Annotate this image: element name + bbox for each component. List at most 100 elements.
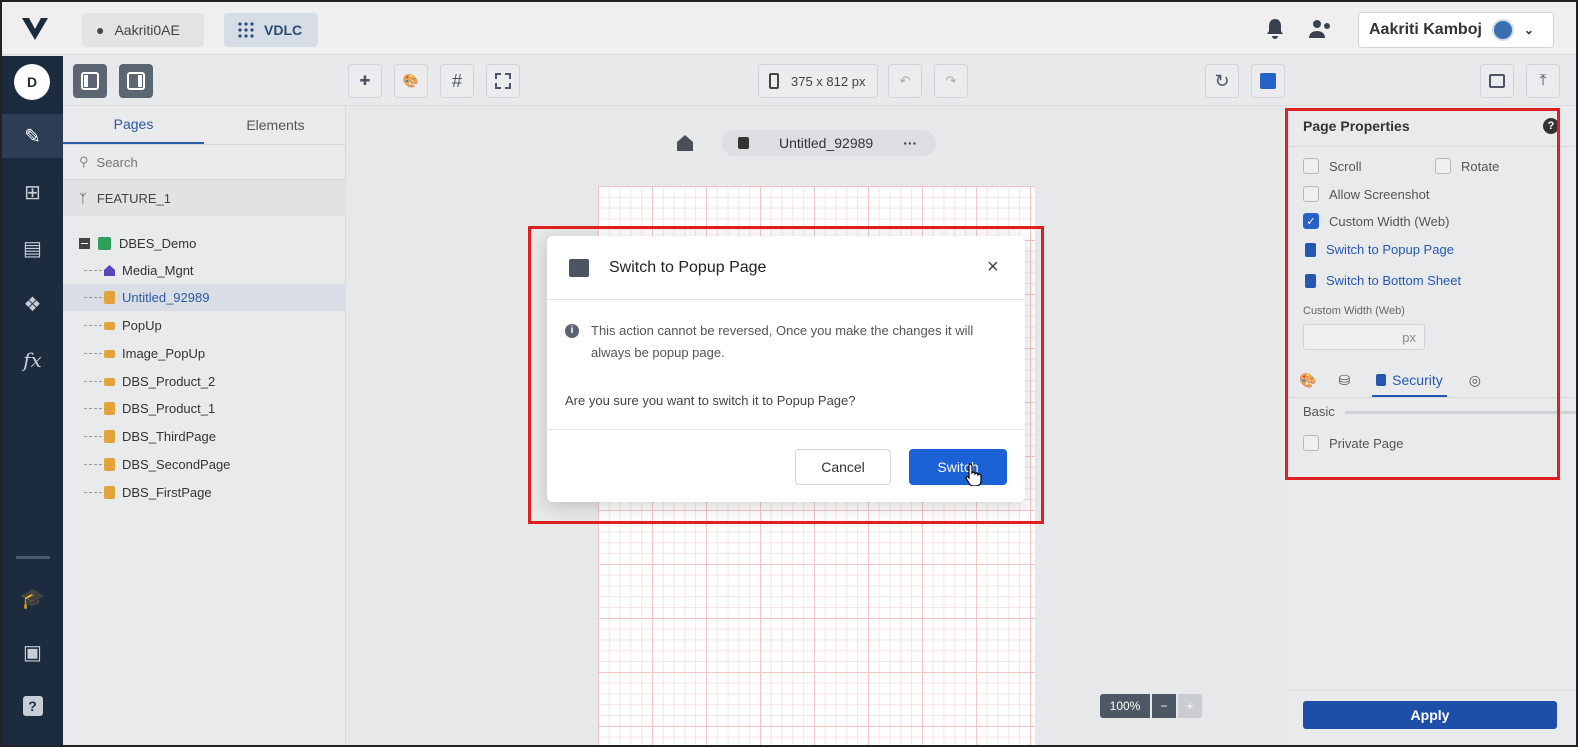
checkbox-box[interactable] xyxy=(1303,435,1319,451)
list-item[interactable]: DBS_Product_1 xyxy=(63,395,346,422)
list-item[interactable]: Media_Mgnt xyxy=(63,257,346,284)
apply-button[interactable]: Apply xyxy=(1303,701,1557,729)
zoom-control: 100% − + xyxy=(1100,694,1202,718)
page-tab[interactable]: Untitled_92989 ··· xyxy=(722,130,936,156)
list-item-label: PopUp xyxy=(122,318,162,333)
link-label: Switch to Bottom Sheet xyxy=(1326,273,1462,288)
more-options-icon[interactable]: ··· xyxy=(903,135,917,151)
switch-button[interactable]: Switch xyxy=(909,449,1007,485)
rail-components-icon[interactable]: ❖ xyxy=(2,282,63,326)
zoom-level[interactable]: 100% xyxy=(1100,694,1150,718)
list-item-label: DBS_SecondPage xyxy=(122,457,231,472)
home-icon[interactable] xyxy=(676,134,694,152)
property-tabs: 🎨 ⛁ Security ◎ xyxy=(1287,364,1576,398)
list-item[interactable]: DBS_ThirdPage xyxy=(63,423,346,450)
device-size-label: 375 x 812 px xyxy=(791,73,866,89)
select-area-button[interactable] xyxy=(486,64,520,98)
lock-icon xyxy=(1376,373,1387,386)
redo-button[interactable]: ↷ xyxy=(934,64,968,98)
app-logo-icon[interactable] xyxy=(20,15,50,43)
list-item-label: Image_PopUp xyxy=(122,346,206,361)
tab-elements[interactable]: Elements xyxy=(205,106,346,144)
zoom-out-button[interactable]: − xyxy=(1152,694,1176,718)
sync-icon: ↻ xyxy=(1214,70,1230,91)
search-input[interactable] xyxy=(96,154,297,170)
checkbox-box[interactable] xyxy=(1435,158,1451,174)
tree-root-label: DBES_Demo xyxy=(119,236,197,251)
list-item[interactable]: DBS_FirstPage xyxy=(63,479,346,506)
switch-bottom-sheet-link[interactable]: Switch to Bottom Sheet xyxy=(1305,273,1461,288)
preview-button[interactable] xyxy=(1480,64,1514,98)
list-item[interactable]: Untitled_92989 xyxy=(63,284,346,311)
private-page-checkbox[interactable]: Private Page xyxy=(1303,435,1403,451)
rotate-checkbox[interactable]: Rotate xyxy=(1435,158,1499,174)
tab-database-icon[interactable]: ⛁ xyxy=(1338,372,1350,389)
rail-flow-icon[interactable]: ⊞ xyxy=(2,170,63,214)
preview-eye-icon xyxy=(1489,74,1505,88)
dialog-header: Switch to Popup Page xyxy=(547,236,1025,300)
page-icon xyxy=(104,430,115,443)
tab-analytics-icon[interactable]: ◎ xyxy=(1469,372,1481,389)
collapse-icon xyxy=(79,238,90,249)
workspace-chip[interactable]: ● Aakriti0AE xyxy=(82,13,204,47)
custom-width-input[interactable]: px xyxy=(1303,324,1425,350)
allow-screenshot-checkbox[interactable]: Allow Screenshot xyxy=(1303,186,1429,202)
list-item[interactable]: DBS_Product_2 xyxy=(63,368,346,395)
theme-button[interactable]: 🎨 xyxy=(394,64,428,98)
cancel-button[interactable]: Cancel xyxy=(795,449,891,485)
tab-security[interactable]: Security xyxy=(1372,365,1447,397)
device-size-selector[interactable]: 375 x 812 px xyxy=(758,64,878,98)
confirm-question: Are you sure you want to switch it to Po… xyxy=(565,393,856,408)
save-button[interactable] xyxy=(1251,64,1285,98)
toggle-left-panel-button[interactable] xyxy=(73,64,107,98)
palette-icon: 🎨 xyxy=(402,73,420,88)
scroll-checkbox[interactable]: Scroll xyxy=(1303,158,1362,174)
toggle-right-panel-button[interactable] xyxy=(119,64,153,98)
page-icon xyxy=(104,291,115,304)
properties-panel: Page Properties ? Scroll Rotate Allow Sc… xyxy=(1287,106,1576,745)
list-item[interactable]: Image_PopUp xyxy=(63,340,346,367)
custom-width-checkbox[interactable]: ✓ Custom Width (Web) xyxy=(1303,213,1449,229)
rail-functions-icon[interactable]: fx xyxy=(2,338,63,382)
tab-pages[interactable]: Pages xyxy=(63,106,204,144)
checkbox-label: Scroll xyxy=(1329,158,1362,174)
hash-grid-icon: # xyxy=(451,70,462,91)
divider xyxy=(1287,690,1576,691)
zoom-in-button[interactable]: + xyxy=(1178,694,1202,718)
panel-title: Page Properties xyxy=(1303,118,1410,134)
close-icon[interactable]: × xyxy=(987,256,999,279)
help-icon[interactable]: ? xyxy=(1543,118,1559,134)
checkbox-box[interactable] xyxy=(1303,186,1319,202)
page-icon xyxy=(104,458,115,471)
switch-popup-link[interactable]: Switch to Popup Page xyxy=(1305,242,1454,257)
hand-pointer-icon xyxy=(965,463,982,486)
panel-right-icon xyxy=(127,72,145,90)
rail-pages-icon[interactable]: ✎ xyxy=(2,114,63,158)
checkmark-icon[interactable]: ✓ xyxy=(1303,213,1319,229)
undo-button[interactable]: ↶ xyxy=(888,64,922,98)
user-menu[interactable]: Aakriti Kamboj ⌄ xyxy=(1358,12,1554,48)
add-page-button[interactable]: ✚ xyxy=(348,64,382,98)
branch-row[interactable]: ᛉ FEATURE_1 xyxy=(63,180,346,216)
notification-bell-icon[interactable] xyxy=(1265,18,1285,40)
rail-learn-icon[interactable]: 🎓 xyxy=(2,576,63,620)
list-item-label: DBS_Product_1 xyxy=(122,401,216,416)
project-chip[interactable]: VDLC xyxy=(224,13,318,47)
grid-toggle-button[interactable]: # xyxy=(440,64,474,98)
search-icon: ⚲ xyxy=(79,154,89,169)
list-item[interactable]: PopUp xyxy=(63,312,346,339)
publish-button[interactable]: ⤒ xyxy=(1526,64,1560,98)
rail-chat-icon[interactable]: ▣ xyxy=(2,630,63,674)
divider xyxy=(1287,146,1576,147)
rail-help-icon[interactable]: ? xyxy=(2,684,63,728)
dialog-body: i This action cannot be reversed, Once y… xyxy=(565,320,1005,412)
tab-style-palette-icon[interactable]: 🎨 xyxy=(1299,372,1316,389)
team-users-icon[interactable] xyxy=(1308,18,1334,40)
checkbox-box[interactable] xyxy=(1303,158,1319,174)
tree-root[interactable]: DBES_Demo xyxy=(63,230,346,257)
page-search[interactable]: ⚲ xyxy=(63,144,346,180)
project-avatar[interactable]: D xyxy=(14,64,50,100)
rail-data-icon[interactable]: ▤ xyxy=(2,226,63,270)
list-item[interactable]: DBS_SecondPage xyxy=(63,451,346,478)
sync-button[interactable]: ↻ xyxy=(1205,64,1239,98)
